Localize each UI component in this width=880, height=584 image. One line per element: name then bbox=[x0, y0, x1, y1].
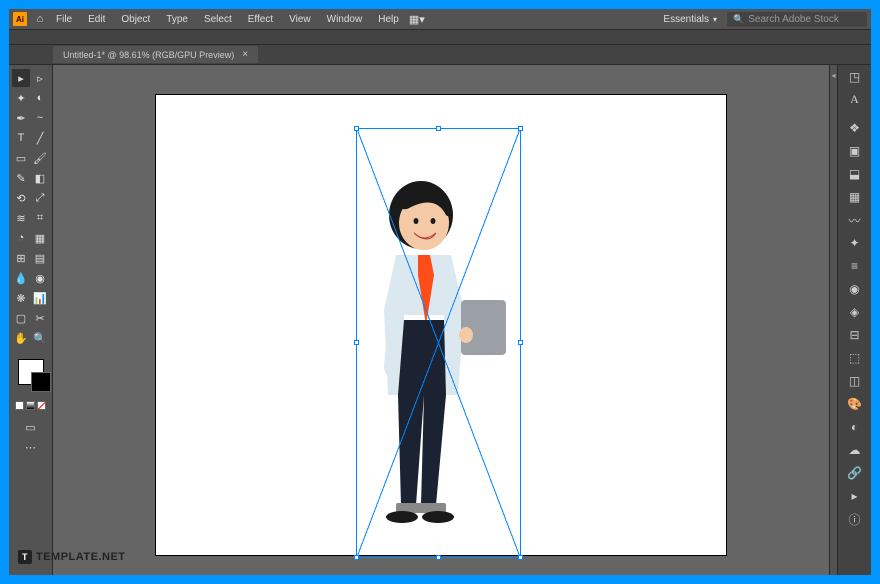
document-tab-bar: Untitled-1* @ 98.61% (RGB/GPU Preview) × bbox=[9, 45, 871, 65]
watermark-text: TEMPLATE.NET bbox=[36, 551, 126, 563]
menu-bar: Ai ⌂ File Edit Object Type Select Effect… bbox=[9, 9, 871, 29]
transform-panel-icon[interactable]: ⬚ bbox=[847, 350, 863, 366]
magic-wand-tool[interactable]: ✦ bbox=[12, 89, 30, 107]
links-panel-icon[interactable]: 🔗 bbox=[847, 465, 863, 481]
color-mode-swatch[interactable] bbox=[15, 401, 24, 410]
shaper-tool[interactable]: ✎ bbox=[12, 169, 30, 187]
type-tool[interactable]: T bbox=[12, 129, 30, 147]
menu-file[interactable]: File bbox=[49, 11, 79, 28]
resize-handle[interactable] bbox=[518, 340, 523, 345]
menu-window[interactable]: Window bbox=[320, 11, 370, 28]
gradient-tool[interactable]: ▤ bbox=[31, 249, 49, 267]
character-panel-icon[interactable]: A bbox=[847, 91, 863, 107]
pen-tool[interactable]: ✒ bbox=[12, 109, 30, 127]
swatches-panel-icon[interactable]: ▦ bbox=[847, 189, 863, 205]
color-panel-icon[interactable]: 🎨 bbox=[847, 396, 863, 412]
appearance-panel-icon[interactable]: ◉ bbox=[847, 281, 863, 297]
resize-handle[interactable] bbox=[436, 126, 441, 131]
menu-select[interactable]: Select bbox=[197, 11, 239, 28]
scale-tool[interactable]: ⤢ bbox=[31, 189, 49, 207]
symbols-panel-icon[interactable]: ✦ bbox=[847, 235, 863, 251]
free-transform-tool[interactable]: ⌗ bbox=[31, 209, 49, 227]
resize-handle[interactable] bbox=[354, 555, 359, 560]
curvature-tool[interactable]: ~ bbox=[31, 109, 49, 127]
menu-edit[interactable]: Edit bbox=[81, 11, 112, 28]
workspace-switcher[interactable]: Essentials bbox=[655, 12, 725, 27]
symbol-sprayer-tool[interactable]: ❋ bbox=[12, 289, 30, 307]
graph-tool[interactable]: 📊 bbox=[31, 289, 49, 307]
screen-mode-icon[interactable]: ▭ bbox=[22, 418, 40, 436]
eraser-tool[interactable]: ◧ bbox=[31, 169, 49, 187]
watermark: T TEMPLATE.NET bbox=[18, 550, 126, 564]
rotate-tool[interactable]: ⟲ bbox=[12, 189, 30, 207]
pathfinder-panel-icon[interactable]: ◫ bbox=[847, 373, 863, 389]
watermark-icon: T bbox=[18, 550, 32, 564]
menu-object[interactable]: Object bbox=[114, 11, 157, 28]
libraries-panel-icon[interactable]: ☁ bbox=[847, 442, 863, 458]
selection-tool[interactable]: ▸ bbox=[12, 69, 30, 87]
edit-toolbar-icon[interactable]: ⋯ bbox=[22, 438, 40, 456]
properties-panel-icon[interactable]: ◳ bbox=[847, 69, 863, 85]
zoom-tool[interactable]: 🔍 bbox=[31, 329, 49, 347]
right-panel-dock: ◳ A ❖ ▣ ⬓ ▦ 〰 ✦ ≡ ◉ ◈ ⊟ ⬚ ◫ 🎨 ◐ ☁ 🔗 ▸ ⓘ bbox=[837, 65, 871, 575]
close-tab-icon[interactable]: × bbox=[242, 49, 248, 60]
resize-handle[interactable] bbox=[354, 340, 359, 345]
actions-panel-icon[interactable]: ▸ bbox=[847, 488, 863, 504]
brush-tool[interactable]: 🖌 bbox=[31, 149, 49, 167]
mesh-tool[interactable]: ⊞ bbox=[12, 249, 30, 267]
artboards-panel-icon[interactable]: ▣ bbox=[847, 143, 863, 159]
canvas-area[interactable] bbox=[53, 65, 829, 575]
shape-builder-tool[interactable]: ◔ bbox=[12, 229, 30, 247]
home-icon[interactable]: ⌂ bbox=[33, 12, 47, 26]
artboard-tool[interactable]: ▢ bbox=[12, 309, 30, 327]
panel-collapse-toggle[interactable]: ◂ bbox=[829, 65, 837, 575]
none-mode-swatch[interactable] bbox=[37, 401, 46, 410]
blend-tool[interactable]: ◉ bbox=[31, 269, 49, 287]
fill-color-swatch[interactable] bbox=[18, 359, 44, 385]
lasso-tool[interactable]: ◐ bbox=[31, 89, 49, 107]
control-bar bbox=[9, 29, 871, 45]
menu-effect[interactable]: Effect bbox=[241, 11, 280, 28]
perspective-tool[interactable]: ▦ bbox=[31, 229, 49, 247]
tab-title: Untitled-1* @ 98.61% (RGB/GPU Preview) bbox=[63, 50, 234, 60]
line-tool[interactable]: ╱ bbox=[31, 129, 49, 147]
align-panel-icon[interactable]: ⊟ bbox=[847, 327, 863, 343]
hand-tool[interactable]: ✋ bbox=[12, 329, 30, 347]
stroke-panel-icon[interactable]: ≡ bbox=[847, 258, 863, 274]
stroke-color-swatch[interactable] bbox=[31, 372, 51, 392]
brushes-panel-icon[interactable]: 〰 bbox=[847, 212, 863, 228]
rectangle-tool[interactable]: ▭ bbox=[12, 149, 30, 167]
slice-tool[interactable]: ✂ bbox=[31, 309, 49, 327]
selection-bounding-box[interactable] bbox=[356, 128, 521, 558]
resize-handle[interactable] bbox=[436, 555, 441, 560]
asset-export-panel-icon[interactable]: ⬓ bbox=[847, 166, 863, 182]
search-input[interactable]: Search Adobe Stock bbox=[727, 12, 867, 27]
info-panel-icon[interactable]: ⓘ bbox=[847, 511, 863, 527]
menu-type[interactable]: Type bbox=[159, 11, 195, 28]
layers-panel-icon[interactable]: ❖ bbox=[847, 120, 863, 136]
app-logo-icon: Ai bbox=[13, 12, 27, 26]
direct-selection-tool[interactable]: ▹ bbox=[31, 69, 49, 87]
resize-handle[interactable] bbox=[518, 555, 523, 560]
graphic-styles-panel-icon[interactable]: ◈ bbox=[847, 304, 863, 320]
width-tool[interactable]: ≋ bbox=[12, 209, 30, 227]
resize-handle[interactable] bbox=[518, 126, 523, 131]
toolbox: ▸▹ ✦◐ ✒~ T╱ ▭🖌 ✎◧ ⟲⤢ ≋⌗ ◔▦ ⊞▤ 💧◉ ❋📊 ▢✂ ✋… bbox=[9, 65, 53, 575]
document-tab[interactable]: Untitled-1* @ 98.61% (RGB/GPU Preview) × bbox=[53, 46, 258, 63]
arrange-docs-icon[interactable]: ▦▾ bbox=[408, 10, 426, 28]
menu-view[interactable]: View bbox=[282, 11, 318, 28]
artboard[interactable] bbox=[156, 95, 726, 555]
gradient-mode-swatch[interactable] bbox=[26, 401, 35, 410]
menu-help[interactable]: Help bbox=[371, 11, 406, 28]
eyedropper-tool[interactable]: 💧 bbox=[12, 269, 30, 287]
color-guide-panel-icon[interactable]: ◐ bbox=[847, 419, 863, 435]
resize-handle[interactable] bbox=[354, 126, 359, 131]
